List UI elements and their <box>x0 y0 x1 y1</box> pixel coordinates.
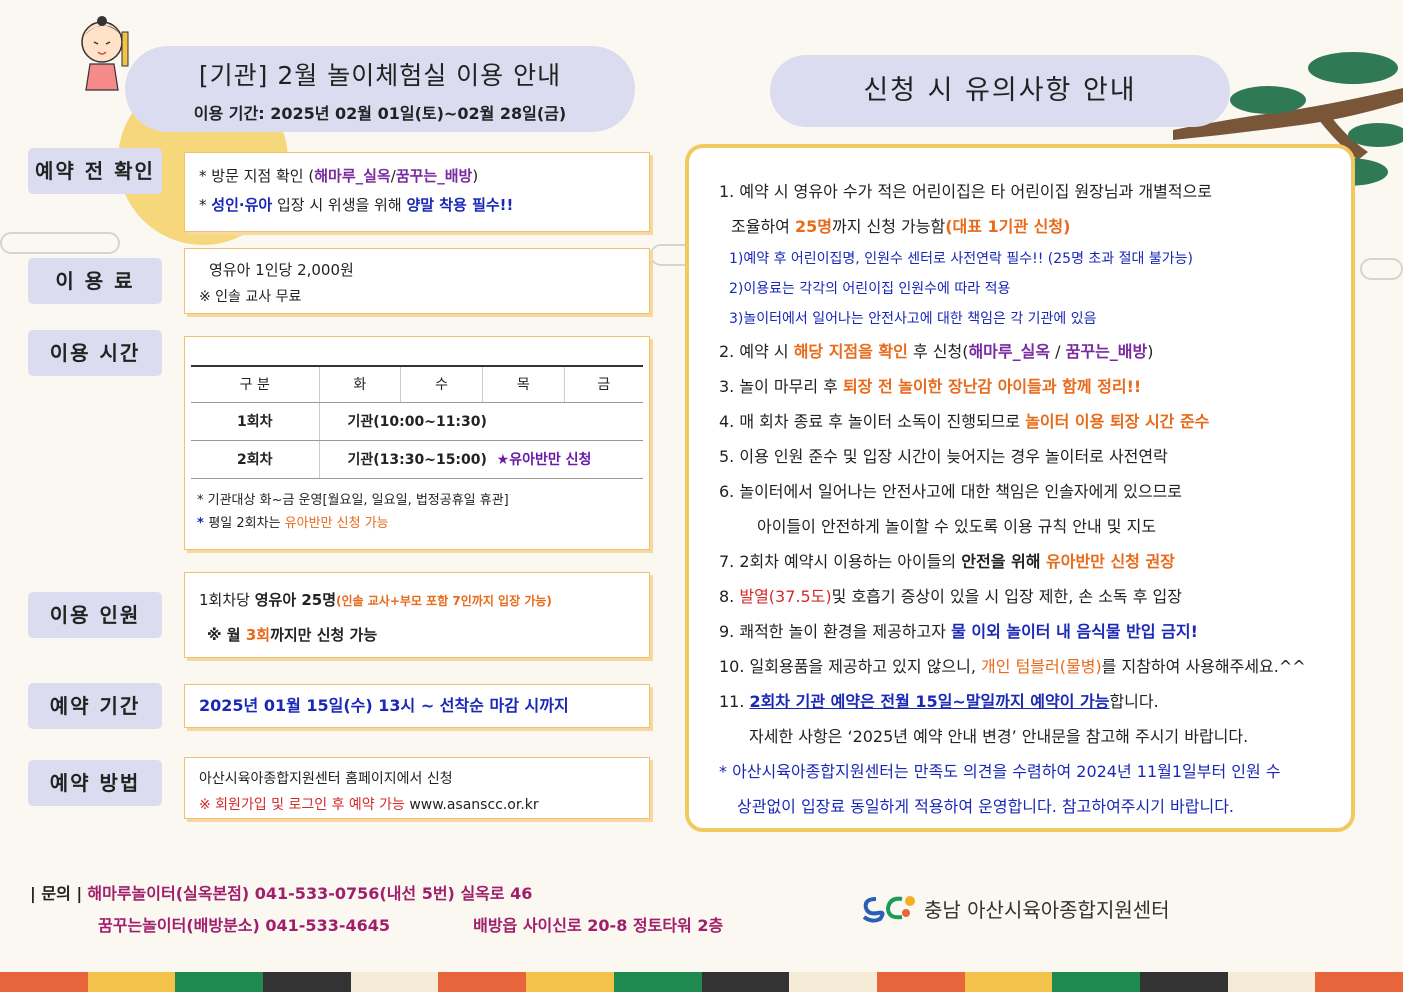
notice-11: 11. 2회차 기관 예약은 전월 15일~말일까지 예약이 가능합니다. <box>719 692 1159 711</box>
schedule-table: 구 분 화 수 목 금 1회차 기관(10:00~11:30) 2회차 기관(1… <box>191 365 643 479</box>
contact-info: | 문의 | 해마루놀이터(실옥본점) 041-533-0756(내선 5번) … <box>30 878 723 942</box>
notice-title: 신청 시 유의사항 안내 <box>770 55 1230 127</box>
website-link[interactable]: www.asanscc.or.kr <box>405 797 538 813</box>
period-box: 2025년 01월 15일(수) 13시 ~ 선착순 마감 시까지 <box>184 684 650 728</box>
notice-1b: 조율하여 25명까지 신청 가능함(대표 1기관 신청) <box>731 217 1071 236</box>
table-header-row: 구 분 화 수 목 금 <box>191 365 643 403</box>
time-note-2: * 평일 2회차는 유아반만 신청 가능 <box>197 515 389 531</box>
notice-sub-1: 1)예약 후 어린이집명, 인원수 센터로 사전연락 필수!! (25명 초과 … <box>729 251 1193 267</box>
color-strip-segment <box>876 972 965 992</box>
page-title: [기관] 2월 놀이체험실 이용 안내 <box>198 61 562 90</box>
color-strip-segment <box>1139 972 1228 992</box>
cloud-swirl-decoration <box>0 232 120 254</box>
fee-box: 영유아 1인당 2,000원 ※ 인솔 교사 무료 <box>184 248 650 314</box>
method-line-1: 아산시육아종합지원센터 홈페이지에서 신청 <box>199 771 453 787</box>
notice-2: 2. 예약 시 해당 지점을 확인 후 신청(해마루_실옥 / 꿈꾸는_배방) <box>719 342 1154 361</box>
notice-star-1: * 아산시육아종합지원센터는 만족도 의견을 수렴하여 2024년 11월1일부… <box>719 762 1281 781</box>
method-box: 아산시육아종합지원센터 홈페이지에서 신청 ※ 회원가입 및 로그인 후 예약 … <box>184 757 650 819</box>
center-logo: 충남 아산시육아종합지원센터 <box>862 893 1170 923</box>
notice-sub-3: 3)놀이터에서 일어나는 안전사고에 대한 책임은 각 기관에 있음 <box>729 311 1097 327</box>
label-people: 이용 인원 <box>28 592 162 638</box>
color-strip-segment <box>964 972 1053 992</box>
notice-10: 10. 일회용품을 제공하고 있지 않으니, 개인 텀블러(물병)를 지참하여 … <box>719 657 1306 676</box>
notice-6b: 아이들이 안전하게 놀이할 수 있도록 이용 규칙 안내 및 지도 <box>757 517 1157 536</box>
color-strip-segment <box>526 972 614 992</box>
table-row: 1회차 기관(10:00~11:30) <box>191 402 643 441</box>
notice-sub-2: 2)이용료는 각각의 어린이집 인원수에 따라 적용 <box>729 281 1011 297</box>
color-strip-segment <box>613 972 702 992</box>
notice-11b: 자세한 사항은 ‘2025년 예약 안내 변경’ 안내문을 참고해 주시기 바랍… <box>749 727 1249 746</box>
color-strip-segment <box>87 972 176 992</box>
notice-5: 5. 이용 인원 준수 및 입장 시간이 늦어지는 경우 놀이터로 사전연락 <box>719 447 1168 466</box>
color-strip-segment <box>438 972 527 992</box>
table-row: 2회차 기관(13:30~15:00) ★유아반만 신청 <box>191 440 643 479</box>
confirm-box: * 방문 지점 확인 (해마루_실옥/꿈꾸는_배방) * 성인·유아 입장 시 … <box>184 152 650 232</box>
color-strip-decoration <box>0 972 1403 992</box>
label-fee: 이 용 료 <box>28 258 162 304</box>
label-period: 예약 기간 <box>28 683 162 729</box>
title-banner: [기관] 2월 놀이체험실 이용 안내 이용 기간: 2025년 02월 01일… <box>125 46 635 132</box>
cloud-swirl-decoration <box>1360 258 1403 280</box>
time-box: 구 분 화 수 목 금 1회차 기관(10:00~11:30) 2회차 기관(1… <box>184 336 650 550</box>
notice-star-2: 상관없이 입장료 동일하게 적용하여 운영합니다. 참고하여주시기 바랍니다. <box>737 797 1235 816</box>
contact-line-2: 꿈꾸는놀이터(배방분소) 041-533-4645 배방읍 사이신로 20-8 … <box>98 916 724 935</box>
people-line-2: ※ 월 3회까지만 신청 가능 <box>207 626 378 644</box>
color-strip-segment <box>175 972 264 992</box>
people-box: 1회차당 영유아 25명(인솔 교사+부모 포함 7인까지 입장 가능) ※ 월… <box>184 572 650 658</box>
notice-1a: 1. 예약 시 영유아 수가 적은 어린이집은 타 어린이집 원장님과 개별적으… <box>719 182 1213 201</box>
notice-box: 1. 예약 시 영유아 수가 적은 어린이집은 타 어린이집 원장님과 개별적으… <box>685 144 1355 832</box>
color-strip-segment <box>350 972 439 992</box>
logo-text: 충남 아산시육아종합지원센터 <box>924 897 1170 922</box>
contact-line-1: | 문의 | 해마루놀이터(실옥본점) 041-533-0756(내선 5번) … <box>30 884 533 903</box>
logo-mark-icon <box>862 896 915 923</box>
color-strip-segment <box>1227 972 1316 992</box>
color-strip-segment <box>789 972 877 992</box>
fee-line-2: ※ 인솔 교사 무료 <box>199 289 302 305</box>
usage-period: 이용 기간: 2025년 02월 01일(토)~02월 28일(금) <box>193 104 567 123</box>
fee-line-1: 영유아 1인당 2,000원 <box>209 261 354 279</box>
label-time: 이용 시간 <box>28 330 162 376</box>
reservation-period: 2025년 01월 15일(수) 13시 ~ 선착순 마감 시까지 <box>199 696 569 715</box>
time-note-1: * 기관대상 화~금 운영[월요일, 일요일, 법정공휴일 휴관] <box>197 492 509 508</box>
people-line-1: 1회차당 영유아 25명(인솔 교사+부모 포함 7인까지 입장 가능) <box>199 591 552 609</box>
notice-8: 8. 발열(37.5도)및 호흡기 증상이 있을 시 입장 제한, 손 소독 후… <box>719 587 1182 606</box>
method-line-2: ※ 회원가입 및 로그인 후 예약 가능 www.asanscc.or.kr <box>199 797 539 813</box>
notice-6a: 6. 놀이터에서 일어나는 안전사고에 대한 책임은 인솔자에게 있으므로 <box>719 482 1183 501</box>
color-strip-segment <box>701 972 790 992</box>
label-confirm: 예약 전 확인 <box>28 148 162 194</box>
confirm-line-2: * 성인·유아 입장 시 위생을 위해 양말 착용 필수!! <box>199 196 514 214</box>
color-strip-segment <box>263 972 351 992</box>
color-strip-segment <box>1052 972 1140 992</box>
notice-3: 3. 놀이 마무리 후 퇴장 전 놀이한 장난감 아이들과 함께 정리!! <box>719 377 1142 396</box>
label-method: 예약 방법 <box>28 760 162 806</box>
color-strip-segment <box>1315 972 1403 992</box>
notice-7: 7. 2회차 예약시 이용하는 아이들의 안전을 위해 유아반만 신청 권장 <box>719 552 1175 571</box>
notice-4: 4. 매 회차 종료 후 놀이터 소독이 진행되므로 놀이터 이용 퇴장 시간 … <box>719 412 1210 431</box>
notice-9: 9. 쾌적한 놀이 환경을 제공하고자 물 이외 놀이터 내 음식물 반입 금지… <box>719 622 1198 641</box>
color-strip-segment <box>0 972 88 992</box>
confirm-line-1: * 방문 지점 확인 (해마루_실옥/꿈꾸는_배방) <box>199 167 479 185</box>
